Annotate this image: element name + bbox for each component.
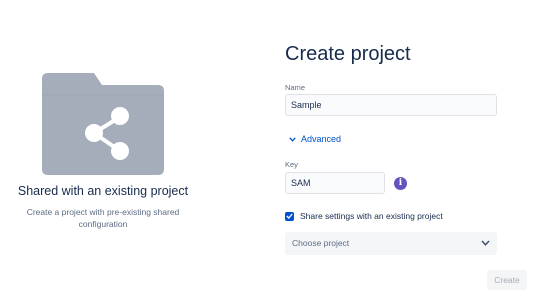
- choose-project-placeholder: Choose project: [292, 238, 350, 248]
- template-title: Shared with an existing project: [17, 184, 189, 198]
- create-button[interactable]: Create: [487, 270, 527, 290]
- chevron-down-icon: [289, 136, 296, 142]
- template-description: Create a project with pre-existing share…: [26, 207, 180, 229]
- key-input[interactable]: SAM: [285, 172, 385, 194]
- name-label: Name: [285, 83, 306, 92]
- share-settings-checkbox[interactable]: [285, 211, 294, 221]
- checkmark-icon: [286, 213, 293, 219]
- create-project-form: Create project Name Sample Advanced Key …: [285, 0, 530, 308]
- advanced-label: Advanced: [301, 134, 342, 144]
- name-input[interactable]: Sample: [285, 94, 497, 116]
- advanced-toggle[interactable]: Advanced: [289, 134, 341, 144]
- share-settings-checkbox-row[interactable]: Share settings with an existing project: [285, 211, 443, 221]
- template-panel: Shared with an existing project Create a…: [0, 0, 210, 308]
- chevron-down-icon: [481, 240, 490, 246]
- page-title: Create project: [285, 43, 411, 65]
- key-label: Key: [285, 160, 298, 169]
- choose-project-select[interactable]: Choose project: [285, 232, 497, 255]
- shared-folder-illustration: [42, 73, 164, 175]
- share-settings-label: Share settings with an existing project: [300, 211, 443, 221]
- info-icon[interactable]: i: [394, 177, 407, 190]
